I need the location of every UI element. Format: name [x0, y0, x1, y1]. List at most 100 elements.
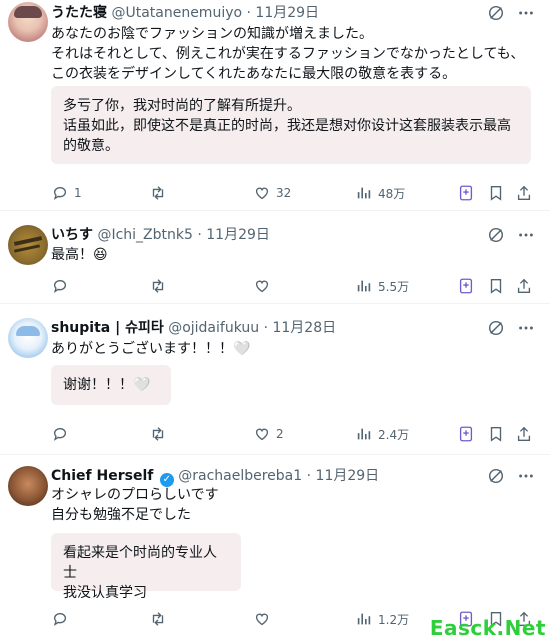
- author-name[interactable]: Chief Herself: [51, 468, 153, 484]
- grok-icon[interactable]: [486, 3, 506, 23]
- more-icon[interactable]: [516, 466, 536, 486]
- tweet-text: あなたのお陰でファッションの知識が増えました。 それはそれとして、例えこれが実在…: [51, 26, 525, 82]
- like-button[interactable]: 32: [253, 183, 291, 203]
- translation-box: 多亏了你，我对时尚的了解有所提升。 话虽如此，即使这不是真正的时尚，我还是想对你…: [51, 86, 531, 164]
- views-icon: [357, 428, 371, 440]
- reply-icon: [53, 613, 67, 626]
- tweet-date[interactable]: 11月29日: [206, 227, 270, 243]
- views-count: 5.5万: [378, 279, 410, 294]
- views-button[interactable]: 5.5万: [355, 276, 409, 296]
- bookmark-button[interactable]: [487, 424, 505, 444]
- retweet-button[interactable]: [149, 276, 167, 296]
- grok-analyze-icon: [459, 278, 473, 294]
- bookmark-button[interactable]: [487, 183, 505, 203]
- tweet-1[interactable]: うたた寝 @Utatanenemuiyo · 11月29日 あなたのお陰でファッ…: [0, 0, 550, 210]
- reply-button[interactable]: [51, 424, 69, 444]
- retweet-icon: [152, 279, 164, 293]
- tweet-4[interactable]: Chief Herself ✓ @rachaelbereba1 · 11月29日…: [0, 455, 550, 642]
- views-button[interactable]: 2.4万: [355, 424, 409, 444]
- tweet-date[interactable]: 11月28日: [272, 320, 336, 336]
- views-button[interactable]: 48万: [355, 183, 405, 203]
- avatar[interactable]: [8, 225, 48, 265]
- tweet-text: オシャレのプロらしいです 自分も勉強不足でした: [51, 487, 219, 523]
- views-count: 2.4万: [378, 427, 410, 442]
- avatar[interactable]: [8, 318, 48, 358]
- author-handle[interactable]: @Ichi_Zbtnk5: [97, 227, 192, 243]
- heart-icon: [255, 280, 269, 293]
- like-button[interactable]: 2: [253, 424, 284, 444]
- author-handle[interactable]: @ojidaifukuu: [168, 320, 259, 336]
- retweet-icon: [152, 427, 164, 441]
- share-icon: [517, 278, 531, 293]
- tweet-3[interactable]: shupita | 슈피타 @ojidaifukuu · 11月28日 ありがと…: [0, 304, 550, 454]
- retweet-button[interactable]: [149, 183, 167, 203]
- grok-analyze-button[interactable]: [457, 424, 475, 444]
- avatar[interactable]: [8, 466, 48, 506]
- action-bar: 5.5万: [51, 276, 536, 296]
- heart-icon: [255, 428, 269, 441]
- author-name[interactable]: いちす: [51, 227, 93, 243]
- bookmark-button[interactable]: [487, 276, 505, 296]
- reply-button[interactable]: [51, 609, 69, 629]
- grok-icon[interactable]: [486, 225, 506, 245]
- like-button[interactable]: [253, 609, 271, 629]
- author-handle[interactable]: @rachaelbereba1: [178, 468, 302, 484]
- reply-icon: [53, 187, 67, 200]
- more-icon[interactable]: [516, 225, 536, 245]
- retweet-button[interactable]: [149, 424, 167, 444]
- bookmark-icon: [490, 279, 502, 294]
- grok-icon[interactable]: [486, 318, 506, 338]
- heart-icon: [255, 613, 269, 626]
- share-icon: [517, 185, 531, 200]
- views-icon: [357, 280, 371, 292]
- share-icon: [517, 426, 531, 441]
- tweet-date[interactable]: 11月29日: [255, 5, 319, 21]
- tweet-text: 最高！😆: [51, 247, 108, 263]
- separator: ·: [263, 320, 269, 336]
- tweet-text: ありがとうございます！！！🤍: [51, 341, 251, 357]
- heart-icon: [255, 187, 269, 200]
- avatar[interactable]: [8, 2, 48, 42]
- reply-count: 1: [74, 186, 82, 200]
- views-icon: [357, 613, 371, 625]
- reply-button[interactable]: [51, 276, 69, 296]
- author-handle[interactable]: @Utatanenemuiyo: [111, 5, 242, 21]
- author-name[interactable]: shupita | 슈피타: [51, 320, 164, 336]
- grok-analyze-icon: [459, 426, 473, 442]
- tweet-date[interactable]: 11月29日: [316, 468, 380, 484]
- grok-analyze-button[interactable]: [457, 276, 475, 296]
- grok-analyze-button[interactable]: [457, 183, 475, 203]
- translation-box: 谢谢！！！🤍: [51, 365, 171, 405]
- watermark: Easck.Net: [429, 616, 546, 640]
- retweet-icon: [152, 612, 164, 626]
- views-button[interactable]: 1.2万: [355, 609, 409, 629]
- separator: ·: [197, 227, 202, 243]
- like-count: 32: [276, 186, 292, 200]
- reply-button[interactable]: 1: [51, 183, 82, 203]
- bookmark-icon: [490, 427, 502, 442]
- action-bar: 2 2.4万: [51, 424, 536, 444]
- grok-icon[interactable]: [486, 466, 506, 486]
- bookmark-icon: [490, 186, 502, 201]
- retweet-button[interactable]: [149, 609, 167, 629]
- share-button[interactable]: [515, 424, 533, 444]
- author-name[interactable]: うたた寝: [51, 5, 107, 21]
- separator: ·: [306, 468, 312, 484]
- grok-analyze-icon: [459, 185, 473, 201]
- views-count: 1.2万: [378, 612, 410, 627]
- share-button[interactable]: [515, 183, 533, 203]
- share-button[interactable]: [515, 276, 533, 296]
- reply-icon: [53, 428, 67, 441]
- reply-icon: [53, 280, 67, 293]
- more-icon[interactable]: [516, 318, 536, 338]
- views-count: 48万: [378, 186, 406, 201]
- like-count: 2: [276, 427, 284, 441]
- action-bar: 1 32 48万: [51, 183, 536, 203]
- more-icon[interactable]: [516, 3, 536, 23]
- translation-box: 看起来是个时尚的专业人士 我没认真学习: [51, 533, 241, 601]
- separator: ·: [246, 5, 251, 21]
- tweet-2[interactable]: いちす @Ichi_Zbtnk5 · 11月29日 最高！😆 5.5万: [0, 211, 550, 303]
- views-icon: [357, 187, 371, 199]
- retweet-icon: [152, 186, 164, 200]
- like-button[interactable]: [253, 276, 271, 296]
